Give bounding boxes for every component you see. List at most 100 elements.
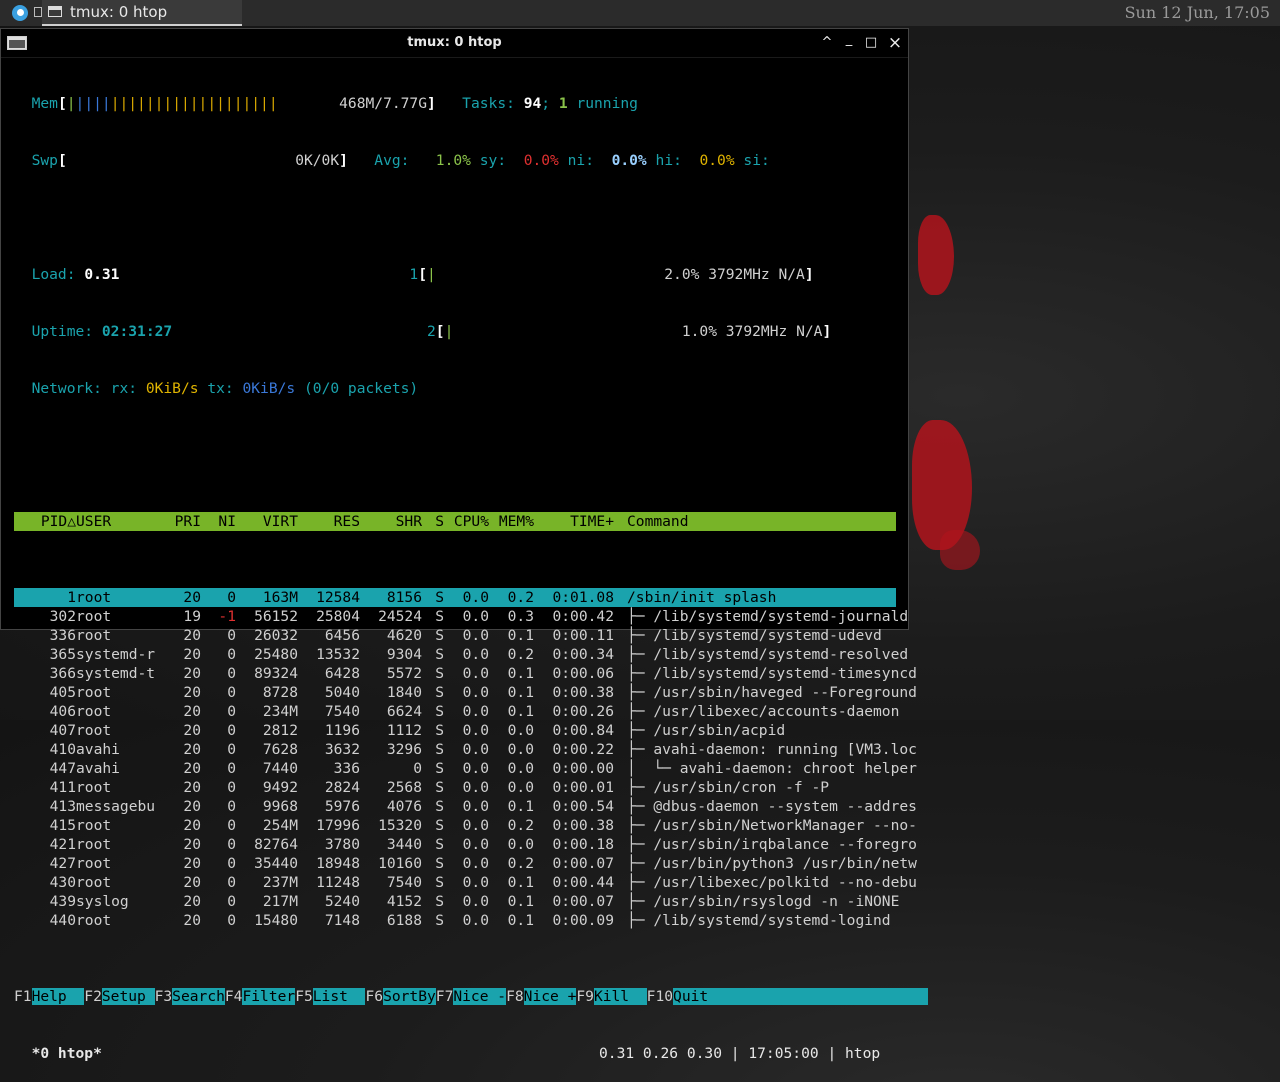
process-row[interactable]: 415root 20 0 254M 17996 15320 S 0.0 0.2 0:00.38 ├─… [14,816,928,835]
fkey-f8[interactable]: F8 [506,988,524,1005]
col-shr[interactable]: SHR [360,512,422,531]
process-user: root [76,855,112,872]
process-row[interactable]: 421root 20 0 82764 3780 3440 S 0.0 0.0 0:00.18 ├─ … [14,835,928,854]
process-cpu: 0.0 [462,646,489,663]
process-row[interactable]: 405root 20 0 8728 5040 1840 S 0.0 0.1 0:00.38 ├─ /… [14,683,928,702]
process-mem: 0.1 [507,798,534,815]
process-pid: 427 [49,855,76,872]
fkey-f6-label[interactable]: SortBy [383,988,436,1005]
process-row[interactable]: 410avahi 20 0 7628 3632 3296 S 0.0 0.0 0:00.22 ├─ … [14,740,928,759]
avg-label: Avg: [374,152,410,169]
process-res: 3780 [324,836,360,853]
process-row[interactable]: 447avahi 20 0 7440 336 0 S 0.0 0.0 0:00.00 │ └─ av… [14,759,928,778]
process-row[interactable]: 430root 20 0 237M 11248 7540 S 0.0 0.1 0:00.44 ├─ … [14,873,928,892]
process-row[interactable]: 1root 20 0 163M 12584 8156 S 0.0 0.2 0:01.08/sbin… [14,588,896,607]
process-virt: 217M [262,893,298,910]
process-row[interactable]: 439syslog 20 0 217M 5240 4152 S 0.0 0.1 0:00.07 ├─… [14,892,928,911]
fkey-f9[interactable]: F9 [576,988,594,1005]
si-label: si: [743,152,770,169]
process-user: root [76,703,112,720]
process-virt: 26032 [254,627,298,644]
process-time: 0:00.38 [552,817,614,834]
tasks-count: 94 [523,95,542,112]
col-user[interactable]: USER [76,512,166,531]
panel-clock[interactable]: Sun 12 Jun, 17:05 [1125,0,1270,26]
col-virt[interactable]: VIRT [236,512,298,531]
process-shr: 5572 [386,665,422,682]
app-launcher-icon[interactable] [12,5,28,21]
col-ni[interactable]: NI [201,512,236,531]
fkey-f8-label[interactable]: Nice + [523,988,577,1005]
process-mem: 0.0 [507,760,534,777]
fkey-f4[interactable]: F4 [225,988,243,1005]
tmux-window-indicator[interactable]: *0 htop* [32,1045,102,1062]
fkey-f1-label[interactable]: Help [31,988,85,1005]
process-row[interactable]: 440root 20 0 15480 7148 6188 S 0.0 0.1 0:00.09 ├─ … [14,911,928,930]
process-state: S [435,741,444,758]
process-state: S [435,627,444,644]
col-command[interactable]: Command [614,512,689,531]
process-time: 0:01.08 [552,589,614,606]
process-cpu: 0.0 [462,779,489,796]
process-row[interactable]: 427root 20 0 35440 18948 10160 S 0.0 0.2 0:00.07 ├… [14,854,928,873]
terminal-content[interactable]: Mem[|||||||||||||||||||||||| 468M/7.77G]… [14,56,928,1082]
process-shr: 4076 [386,798,422,815]
process-row[interactable]: 302root 19 -1 56152 25804 24524 S 0.0 0.3 0:00.42… [14,607,928,626]
process-row[interactable]: 365systemd-r 20 0 25480 13532 9304 S 0.0 0.2 0:00… [14,645,928,664]
process-user: root [76,627,112,644]
window-titlebar[interactable]: tmux: 0 htop ^ _ □ × [1,29,908,58]
process-row[interactable]: 366systemd-t 20 0 89324 6428 5572 S 0.0 0.1 0:00.… [14,664,928,683]
fkey-f3-label[interactable]: Search [172,988,225,1005]
process-cpu: 0.0 [462,703,489,720]
network-label: Network: rx: [31,380,138,397]
fkey-f2-label[interactable]: Setup [101,988,155,1005]
process-time: 0:00.54 [552,798,614,815]
fkey-f10-label[interactable]: Quit [673,988,928,1005]
fkey-f7-label[interactable]: Nice - [453,988,507,1005]
net-tx: 0KiB/s [242,380,296,397]
process-time: 0:00.34 [552,646,614,663]
col-pid[interactable]: PID△ [14,512,76,531]
col-cpu[interactable]: CPU% [444,512,489,531]
show-desktop-icon[interactable] [34,7,42,17]
fkey-f6[interactable]: F6 [365,988,383,1005]
fkey-f5[interactable]: F5 [295,988,313,1005]
fkey-f4-label[interactable]: Filter [242,988,296,1005]
process-list[interactable]: 1root 20 0 163M 12584 8156 S 0.0 0.2 0:01.08/sbin… [14,588,928,930]
process-shr: 1112 [386,722,422,739]
minimize-button[interactable]: _ [839,30,859,50]
avg-hi: 0.0% [699,152,735,169]
process-row[interactable]: 336root 20 0 26032 6456 4620 S 0.0 0.1 0:00.11 ├─ … [14,626,928,645]
hi-label: hi: [655,152,682,169]
fkey-f2[interactable]: F2 [84,988,102,1005]
process-user: root [76,722,112,739]
fkey-f9-label[interactable]: Kill [593,988,647,1005]
process-user: root [76,874,112,891]
col-time[interactable]: TIME+ [534,512,614,531]
col-state[interactable]: S [422,512,444,531]
taskbar-item-tmux[interactable]: tmux: 0 htop [42,0,242,26]
close-button[interactable]: × [885,33,905,53]
fkey-f3[interactable]: F3 [155,988,173,1005]
process-pri: 20 [183,703,201,720]
col-mem[interactable]: MEM% [489,512,534,531]
process-pid: 421 [49,836,76,853]
running-label: running [576,95,638,112]
fkey-f10[interactable]: F10 [647,988,673,1005]
process-row[interactable]: 413messagebu 20 0 9968 5976 4076 S 0.0 0.1 0:00.5… [14,797,928,816]
meter-row-4: Uptime: 02:31:27 2[| 1.0% 3792MHz N/A] [31,323,832,340]
fkey-f1[interactable]: F1 [14,988,32,1005]
fkey-f5-label[interactable]: List [312,988,366,1005]
col-res[interactable]: RES [298,512,360,531]
maximize-button[interactable]: □ [861,33,881,53]
shade-button[interactable]: ^ [817,33,837,53]
process-pid: 430 [49,874,76,891]
fkey-f7[interactable]: F7 [436,988,454,1005]
process-mem: 0.1 [507,912,534,929]
process-row[interactable]: 411root 20 0 9492 2824 2568 S 0.0 0.0 0:00.01 ├─ /… [14,778,928,797]
process-table-header[interactable]: PID△USER PRI NI VIRT RES SHR S CPU% MEM% TIME+ Com… [14,512,896,531]
process-shr: 3296 [386,741,422,758]
process-row[interactable]: 407root 20 0 2812 1196 1112 S 0.0 0.0 0:00.84 ├─ /… [14,721,928,740]
process-row[interactable]: 406root 20 0 234M 7540 6624 S 0.0 0.1 0:00.26 ├─ /… [14,702,928,721]
col-pri[interactable]: PRI [166,512,201,531]
